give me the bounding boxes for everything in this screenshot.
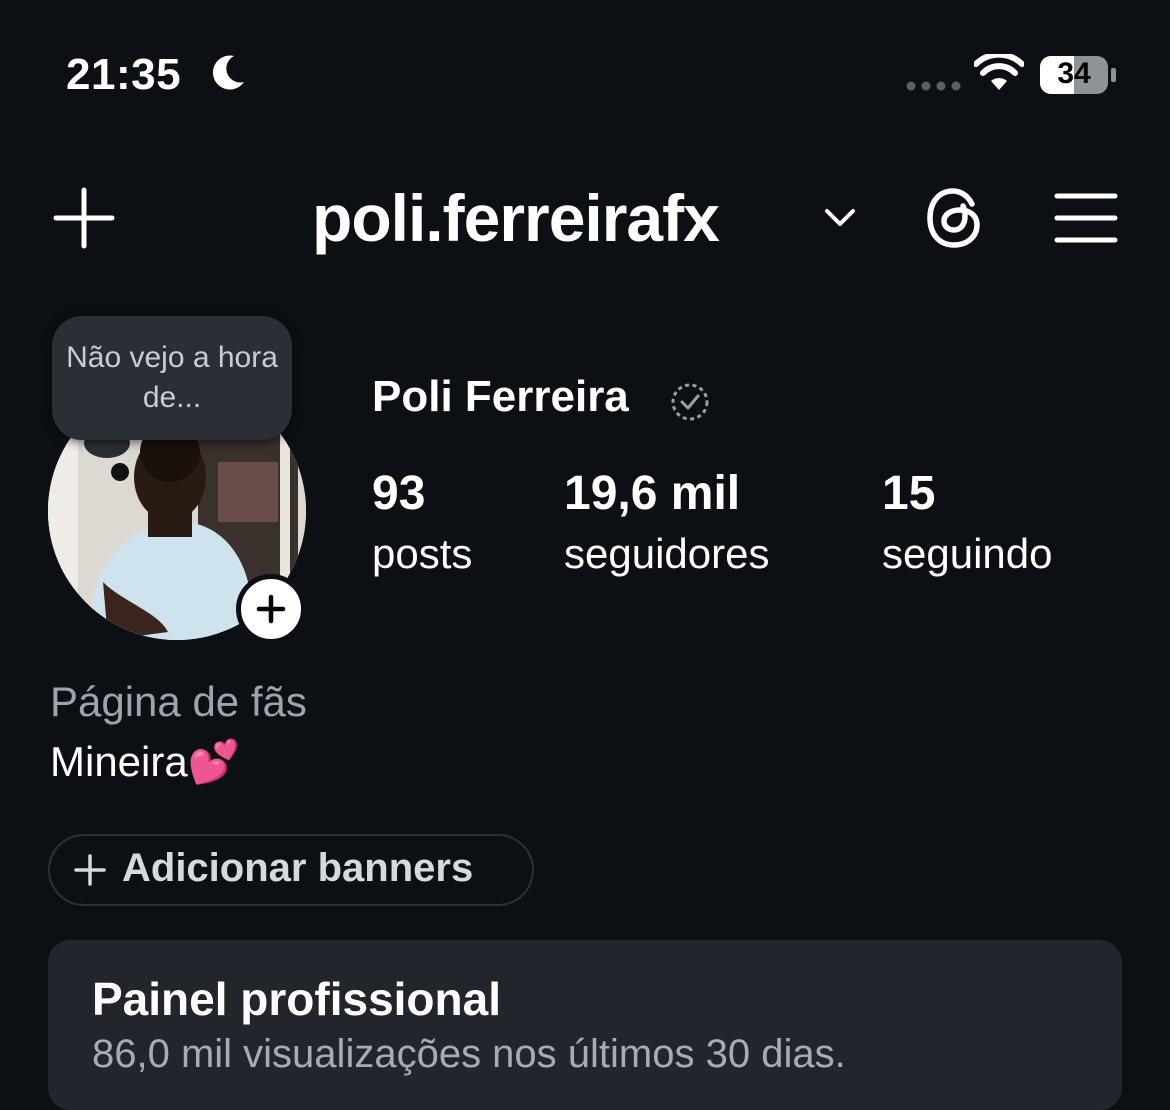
note-text: Não vejo a hora de... xyxy=(66,341,278,414)
profile-bio: Mineira💕 xyxy=(50,738,241,785)
menu-icon[interactable] xyxy=(1054,190,1118,246)
plus-icon xyxy=(74,854,106,886)
stat-posts-count[interactable]: 93 xyxy=(372,466,425,521)
threads-icon[interactable] xyxy=(922,186,986,250)
status-time: 21:35 xyxy=(66,50,182,99)
moon-icon xyxy=(212,55,244,90)
battery-level: 34 xyxy=(1057,57,1091,90)
display-name: Poli Ferreira xyxy=(372,372,629,421)
professional-dashboard-subtitle: 86,0 mil visualizações nos últimos 30 di… xyxy=(92,1032,846,1076)
stat-followers-label[interactable]: seguidores xyxy=(564,530,769,578)
wifi-icon xyxy=(974,54,1024,90)
stat-following-count[interactable]: 15 xyxy=(882,466,935,521)
verified-icon xyxy=(671,383,709,421)
chevron-down-icon[interactable] xyxy=(822,204,858,230)
professional-dashboard-title: Painel profissional xyxy=(92,973,501,1025)
stat-posts-label[interactable]: posts xyxy=(372,530,472,578)
profile-category: Página de fãs xyxy=(50,678,307,725)
stat-following-label[interactable]: seguindo xyxy=(882,530,1052,578)
stat-followers-count[interactable]: 19,6 mil xyxy=(564,466,740,521)
add-banners-label[interactable]: Adicionar banners xyxy=(122,846,473,891)
signal-icon xyxy=(906,81,961,91)
plus-icon[interactable] xyxy=(52,186,116,250)
username[interactable]: poli.ferreirafx xyxy=(312,180,720,256)
battery-icon: 34 xyxy=(1040,56,1116,94)
add-story-button[interactable] xyxy=(236,574,306,644)
